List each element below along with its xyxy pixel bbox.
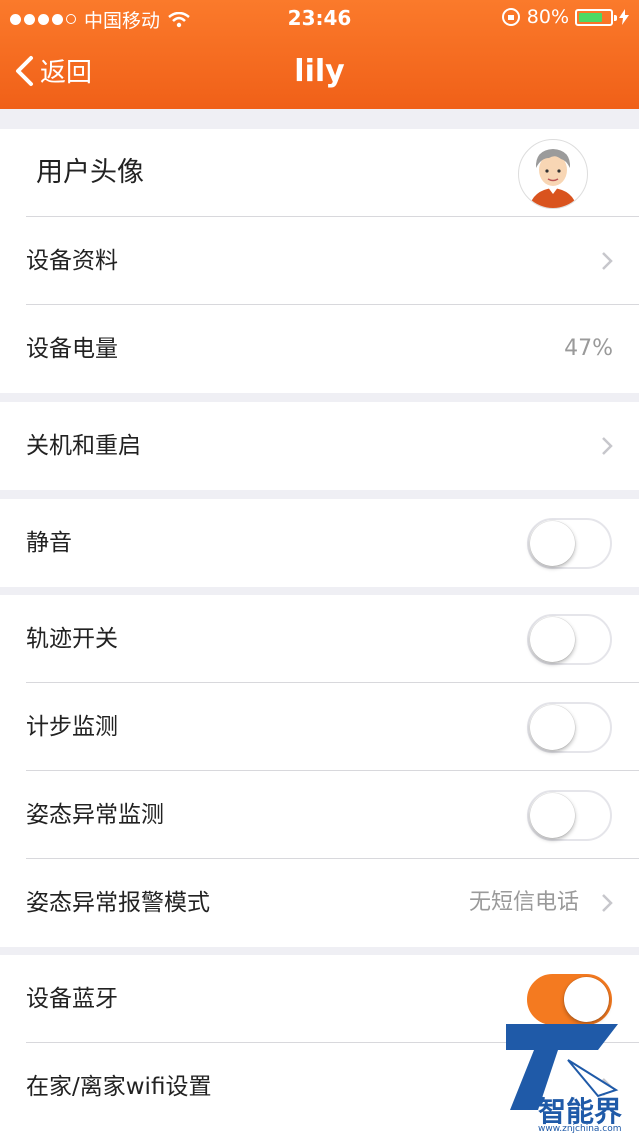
battery-fill	[579, 12, 603, 22]
settings-group-monitoring: 轨迹开关 计步监测 姿态异常监测 姿态异常报警模式 无短信电话	[0, 595, 639, 947]
watermark-logo: 智能界 www.znjchina.com	[498, 1020, 639, 1136]
charging-icon	[619, 9, 629, 25]
chevron-right-icon	[602, 252, 613, 270]
track-switch-label: 轨迹开关	[26, 626, 118, 652]
chevron-right-icon	[602, 437, 613, 455]
row-shutdown-restart[interactable]: 关机和重启	[0, 402, 639, 490]
avatar-label: 用户头像	[36, 157, 144, 188]
row-device-info[interactable]: 设备资料	[0, 217, 639, 305]
row-mute: 静音	[0, 499, 639, 587]
step-monitor-label: 计步监测	[26, 714, 118, 740]
shutdown-restart-label: 关机和重启	[26, 433, 141, 459]
nav-bar: 返回 lily	[0, 36, 639, 108]
battery-percent: 80%	[526, 6, 569, 28]
row-step-monitor: 计步监测	[0, 683, 639, 771]
rotation-lock-icon	[501, 8, 520, 26]
posture-alarm-mode-value: 无短信电话	[468, 890, 579, 915]
posture-monitor-toggle[interactable]	[527, 790, 612, 841]
settings-group-power: 关机和重启	[0, 402, 639, 490]
battery-icon	[575, 8, 617, 26]
row-device-battery: 设备电量 47%	[0, 305, 639, 393]
device-battery-label: 设备电量	[26, 336, 118, 362]
page-title: lily	[294, 54, 345, 89]
posture-monitor-label: 姿态异常监测	[26, 802, 164, 828]
wifi-settings-label: 在家/离家wifi设置	[26, 1074, 212, 1100]
avatar[interactable]	[518, 139, 588, 209]
row-track-switch: 轨迹开关	[0, 595, 639, 683]
settings-group-sound: 静音	[0, 499, 639, 587]
chevron-right-icon	[602, 894, 613, 912]
header: 中国移动 23:46 80% 返回 lily	[0, 0, 639, 109]
track-switch-toggle[interactable]	[527, 614, 612, 665]
watermark-url: www.znjchina.com	[538, 1124, 622, 1134]
row-posture-monitor: 姿态异常监测	[0, 771, 639, 859]
posture-alarm-mode-label: 姿态异常报警模式	[26, 890, 210, 916]
bluetooth-label: 设备蓝牙	[26, 986, 118, 1012]
bluetooth-toggle[interactable]	[527, 974, 612, 1025]
status-bar: 中国移动 23:46 80%	[0, 0, 639, 36]
mute-toggle[interactable]	[527, 518, 612, 569]
row-posture-alarm-mode[interactable]: 姿态异常报警模式 无短信电话	[0, 859, 639, 947]
row-avatar[interactable]: 用户头像	[0, 129, 639, 217]
step-monitor-toggle[interactable]	[527, 702, 612, 753]
device-info-label: 设备资料	[26, 248, 118, 274]
settings-group-device: 用户头像 设备资料 设备电量 47%	[0, 129, 639, 393]
device-battery-value: 47%	[564, 336, 613, 361]
mute-label: 静音	[26, 530, 72, 556]
